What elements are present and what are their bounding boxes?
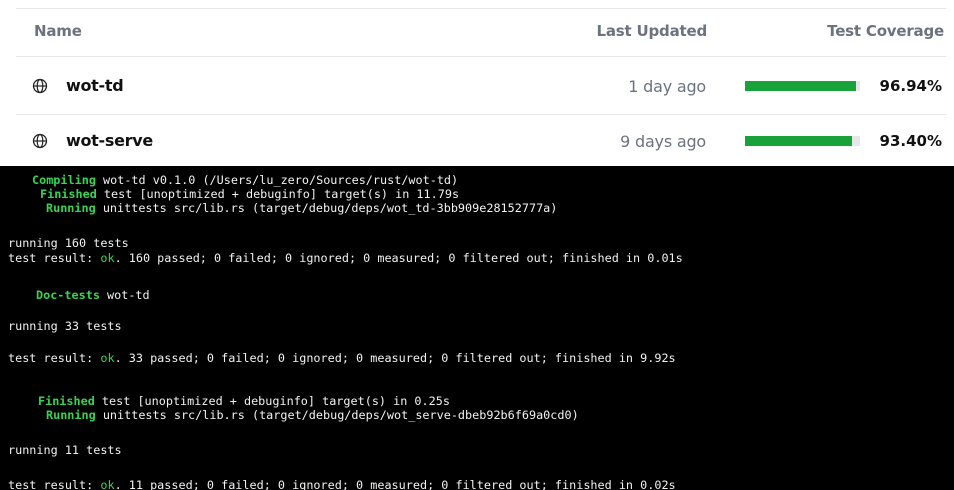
terminal-line: Finished test [unoptimized + debuginfo] … [8, 394, 450, 408]
terminal-text: test [unoptimized + debuginfo] target(s)… [94, 394, 450, 408]
terminal-output: Compiling wot-td v0.1.0 (/Users/lu_zero/… [0, 166, 954, 490]
terminal-line: running 33 tests [8, 319, 122, 333]
terminal-line: Running unittests src/lib.rs (target/deb… [8, 408, 579, 422]
terminal-text: . 160 passed; 0 failed; 0 ignored; 0 mea… [114, 251, 683, 265]
header-test-coverage[interactable]: Test Coverage [827, 22, 944, 40]
globe-icon [32, 133, 48, 149]
project-name[interactable]: wot-serve [66, 131, 153, 150]
table-row[interactable]: wot-td 1 day ago 96.94% [0, 58, 954, 113]
table-top-border [16, 8, 946, 9]
header-divider [16, 56, 946, 57]
terminal-line: running 11 tests [8, 443, 122, 457]
ok-status: ok [100, 351, 115, 365]
coverage-bar [745, 136, 860, 146]
status-keyword: Doc-tests [36, 288, 100, 302]
terminal-text: wot-td [99, 288, 150, 302]
last-updated: 1 day ago [628, 77, 706, 96]
ok-status: ok [100, 478, 115, 490]
terminal-text: test result: [8, 351, 101, 365]
row-divider [16, 114, 946, 115]
coverage-percent: 96.94% [879, 77, 942, 95]
header-name[interactable]: Name [34, 22, 82, 40]
terminal-text: . 11 passed; 0 failed; 0 ignored; 0 meas… [114, 478, 676, 490]
terminal-text: test result: [8, 251, 101, 265]
terminal-text: unittests src/lib.rs (target/debug/deps/… [95, 408, 579, 422]
terminal-text: wot-td v0.1.0 (/Users/lu_zero/Sources/ru… [95, 173, 459, 187]
coverage-bar-fill [745, 81, 857, 91]
terminal-line: Compiling wot-td v0.1.0 (/Users/lu_zero/… [8, 173, 458, 187]
terminal-line: test result: ok. 33 passed; 0 failed; 0 … [8, 351, 676, 365]
terminal-text: test result: [8, 478, 101, 490]
terminal-text: . 33 passed; 0 failed; 0 ignored; 0 meas… [114, 351, 676, 365]
table-row[interactable]: wot-serve 9 days ago 93.40% [0, 116, 954, 171]
status-keyword: Compiling [32, 173, 96, 187]
terminal-line: running 160 tests [8, 236, 129, 250]
terminal-text: test [unoptimized + debuginfo] target(s)… [96, 187, 460, 201]
coverage-bar [745, 81, 860, 91]
status-keyword: Running [46, 408, 96, 422]
ok-status: ok [100, 251, 115, 265]
terminal-line: Doc-tests wot-td [8, 288, 150, 302]
terminal-text: unittests src/lib.rs (target/debug/deps/… [95, 201, 558, 215]
header-last-updated[interactable]: Last Updated [597, 22, 708, 40]
project-name[interactable]: wot-td [66, 76, 124, 95]
status-keyword: Running [46, 201, 96, 215]
terminal-line: Finished test [unoptimized + debuginfo] … [8, 187, 459, 201]
status-keyword: Finished [38, 394, 95, 408]
globe-icon [32, 78, 48, 94]
coverage-table: Name Last Updated Test Coverage wot-td 1… [0, 0, 954, 166]
status-keyword: Finished [40, 187, 97, 201]
terminal-line: test result: ok. 11 passed; 0 failed; 0 … [8, 478, 676, 490]
last-updated: 9 days ago [620, 132, 706, 151]
terminal-line: test result: ok. 160 passed; 0 failed; 0… [8, 251, 683, 265]
coverage-percent: 93.40% [879, 132, 942, 150]
coverage-bar-fill [745, 136, 853, 146]
terminal-line: Running unittests src/lib.rs (target/deb… [8, 201, 557, 215]
